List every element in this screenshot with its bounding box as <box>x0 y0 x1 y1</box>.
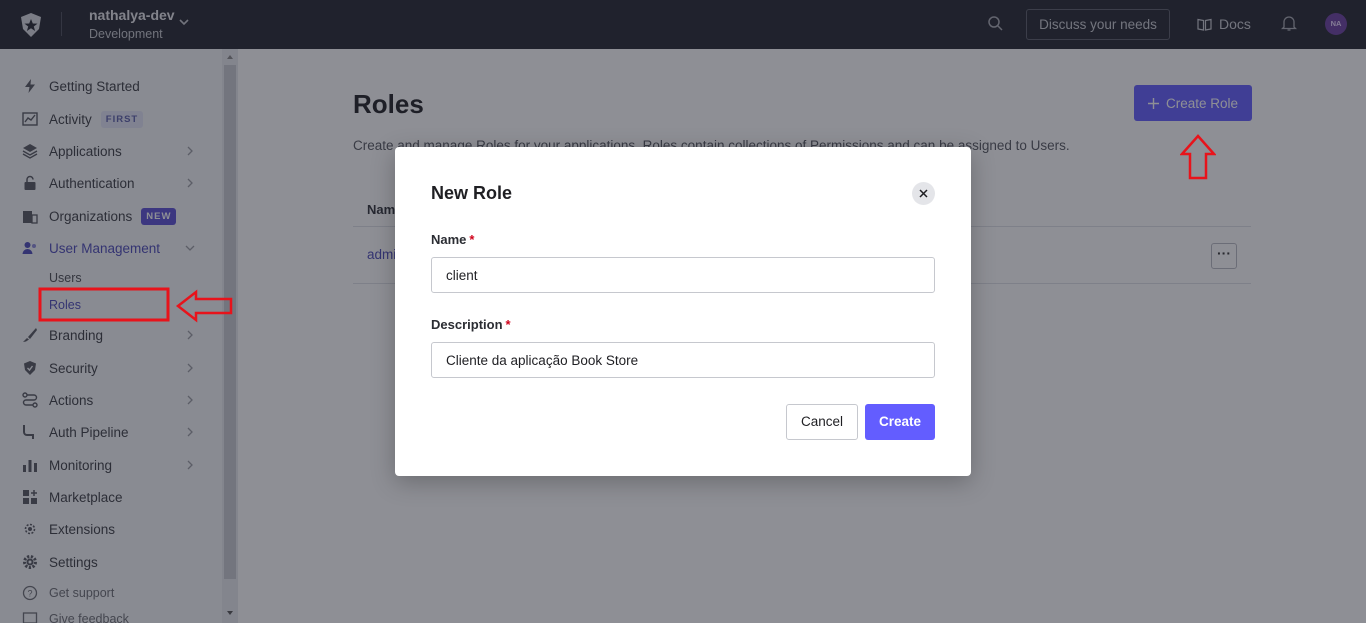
name-label: Name * <box>431 232 474 247</box>
close-button[interactable] <box>912 182 935 205</box>
description-label-text: Description <box>431 317 503 332</box>
name-label-text: Name <box>431 232 467 247</box>
create-button[interactable]: Create <box>865 404 935 440</box>
description-label: Description * <box>431 317 511 332</box>
roles-highlight-annotation <box>38 287 233 323</box>
new-role-dialog: New Role Name* Description* Cancel Creat… <box>395 147 971 476</box>
role-description-input[interactable] <box>431 342 935 378</box>
role-name-input[interactable] <box>431 257 935 293</box>
create-role-arrow-annotation <box>1180 134 1216 180</box>
dialog-title: New Role <box>431 183 513 203</box>
close-icon <box>919 189 928 198</box>
required-mark: * <box>469 232 475 247</box>
required-mark: * <box>505 317 511 332</box>
cancel-button[interactable]: Cancel <box>786 404 858 440</box>
